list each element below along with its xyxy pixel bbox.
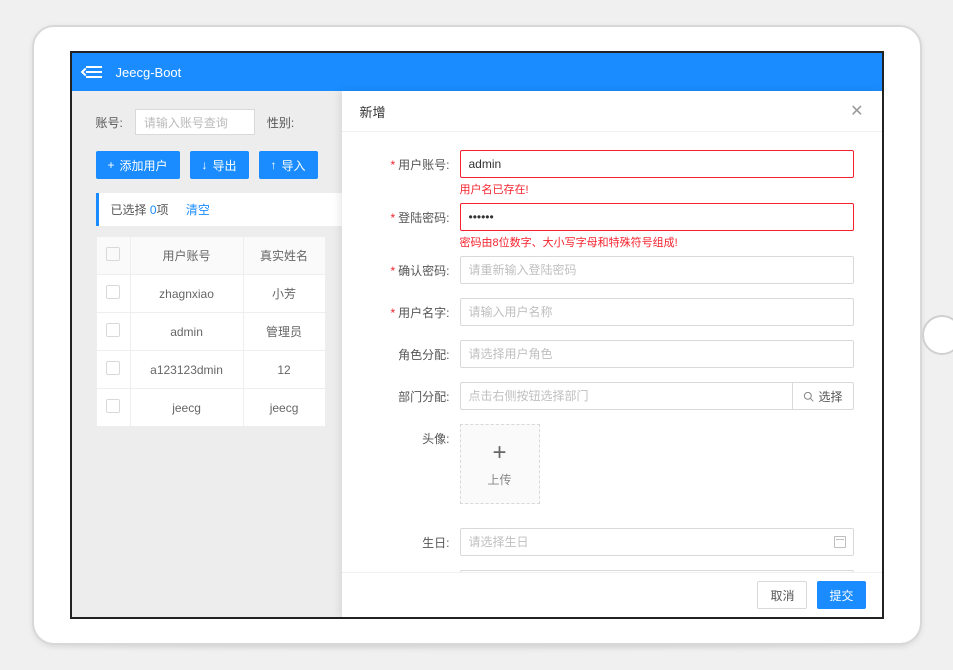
- menu-collapse-icon[interactable]: [86, 66, 102, 78]
- account-error: 用户名已存在!: [460, 181, 854, 197]
- export-button[interactable]: ↓ 导出: [190, 151, 249, 179]
- dept-label: 部门分配:: [398, 390, 449, 404]
- password-label: 登陆密码:: [398, 211, 449, 225]
- upload-icon: ↑: [271, 158, 277, 172]
- row-checkbox[interactable]: [106, 399, 120, 413]
- account-label: 用户账号:: [398, 158, 449, 172]
- cell-realname: 小芳: [243, 275, 325, 313]
- app-title: Jeecg-Boot: [116, 65, 182, 80]
- table-row[interactable]: a123123dmin 12: [96, 351, 325, 389]
- tablet-home-button[interactable]: [922, 315, 953, 355]
- add-user-button[interactable]: + 添加用户: [96, 151, 180, 179]
- app-screen: Jeecg-Boot 账号: 请输入账号查询 性别: + 添加用户 ↓ 导出: [70, 51, 884, 619]
- upload-text: 上传: [487, 471, 511, 488]
- close-icon[interactable]: ✕: [850, 101, 863, 121]
- import-label: 导入: [282, 157, 306, 174]
- birthday-input[interactable]: [460, 528, 854, 556]
- add-user-label: 添加用户: [120, 157, 168, 174]
- search-account-label: 账号:: [96, 114, 123, 131]
- calendar-icon: [834, 536, 846, 548]
- row-checkbox[interactable]: [106, 361, 120, 375]
- tablet-frame: Jeecg-Boot 账号: 请输入账号查询 性别: + 添加用户 ↓ 导出: [32, 25, 922, 645]
- add-user-modal: 新增 ✕ *用户账号: 用户名已存在! *登陆密码:: [342, 91, 882, 617]
- main-area: 账号: 请输入账号查询 性别: + 添加用户 ↓ 导出 ↑ 导入: [72, 91, 882, 617]
- col-realname: 真实姓名: [243, 237, 325, 275]
- download-icon: ↓: [202, 158, 208, 172]
- confirm-input[interactable]: [460, 256, 854, 284]
- role-label: 角色分配:: [398, 348, 449, 362]
- account-input[interactable]: [460, 150, 854, 178]
- export-label: 导出: [213, 157, 237, 174]
- table-row[interactable]: admin 管理员: [96, 313, 325, 351]
- modal-title: 新增: [360, 102, 386, 121]
- submit-button[interactable]: 提交: [817, 581, 865, 609]
- cell-account: jeecg: [130, 389, 243, 427]
- plus-icon: +: [492, 441, 506, 465]
- select-all-checkbox[interactable]: [106, 247, 120, 261]
- field-password: *登陆密码: 密码由8位数字、大小写字母和特殊符号组成!: [370, 203, 854, 250]
- table-row[interactable]: zhagnxiao 小芳: [96, 275, 325, 313]
- search-gender-label: 性别:: [267, 114, 294, 131]
- cancel-button[interactable]: 取消: [757, 581, 807, 609]
- field-avatar: 头像: + 上传: [370, 424, 854, 504]
- cell-account: admin: [130, 313, 243, 351]
- field-username: *用户名字:: [370, 298, 854, 326]
- table-header-row: 用户账号 真实姓名: [96, 237, 325, 275]
- password-error: 密码由8位数字、大小写字母和特殊符号组成!: [460, 234, 854, 250]
- field-birthday: 生日:: [370, 528, 854, 556]
- avatar-label: 头像:: [422, 432, 449, 446]
- app-header: Jeecg-Boot: [72, 53, 882, 91]
- field-confirm-password: *确认密码:: [370, 256, 854, 284]
- modal-footer: 取消 提交: [342, 572, 882, 617]
- cell-realname: jeecg: [243, 389, 325, 427]
- field-account: *用户账号: 用户名已存在!: [370, 150, 854, 197]
- cell-realname: 12: [243, 351, 325, 389]
- field-role: 角色分配:: [370, 340, 854, 368]
- row-checkbox[interactable]: [106, 285, 120, 299]
- selection-clear[interactable]: 清空: [186, 203, 210, 217]
- cell-account: a123123dmin: [130, 351, 243, 389]
- name-label: 用户名字:: [398, 306, 449, 320]
- selection-suffix: 项: [157, 203, 169, 217]
- field-department: 部门分配: 选择: [370, 382, 854, 410]
- name-input[interactable]: [460, 298, 854, 326]
- birthday-label: 生日:: [422, 536, 449, 550]
- import-button[interactable]: ↑ 导入: [259, 151, 318, 179]
- table-row[interactable]: jeecg jeecg: [96, 389, 325, 427]
- selection-prefix: 已选择: [111, 203, 147, 217]
- avatar-upload[interactable]: + 上传: [460, 424, 540, 504]
- dept-select-button[interactable]: 选择: [792, 382, 853, 410]
- modal-body: *用户账号: 用户名已存在! *登陆密码: 密码由8位数字、大小写字母和特殊符号…: [342, 132, 882, 572]
- row-checkbox[interactable]: [106, 323, 120, 337]
- dept-select-label: 选择: [818, 388, 842, 405]
- plus-icon: +: [108, 158, 115, 172]
- modal-header: 新增 ✕: [342, 91, 882, 132]
- password-input[interactable]: [460, 203, 854, 231]
- user-table: 用户账号 真实姓名 zhagnxiao 小芳 admin: [96, 236, 326, 427]
- cell-account: zhagnxiao: [130, 275, 243, 313]
- selection-count: 0: [150, 203, 157, 217]
- confirm-label: 确认密码:: [398, 264, 449, 278]
- search-account-input[interactable]: 请输入账号查询: [135, 109, 255, 135]
- cell-realname: 管理员: [243, 313, 325, 351]
- col-account: 用户账号: [130, 237, 243, 275]
- dept-input[interactable]: [460, 382, 793, 410]
- search-icon: [803, 391, 814, 402]
- role-select[interactable]: [460, 340, 854, 368]
